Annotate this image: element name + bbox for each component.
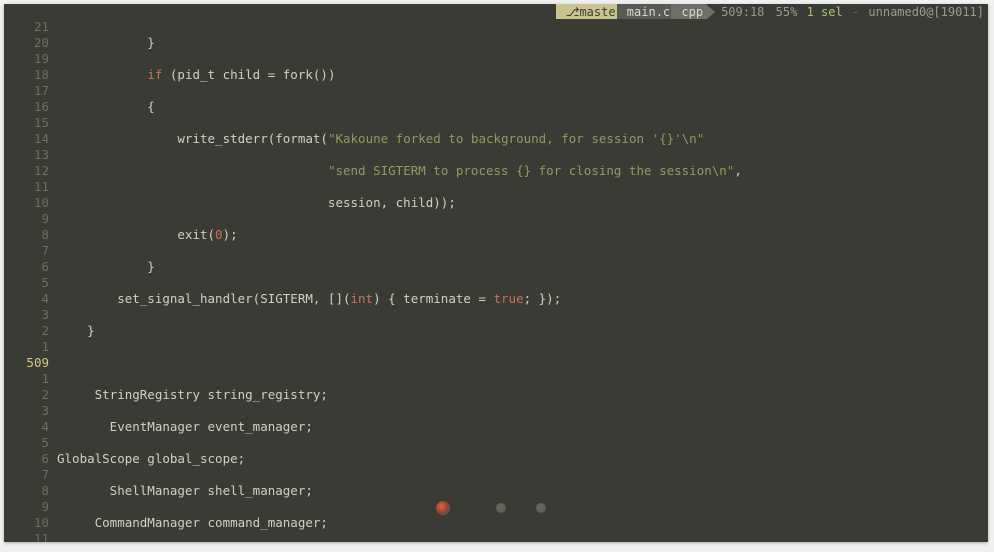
line-number: 6 <box>4 451 49 467</box>
line-number: 19 <box>4 51 49 67</box>
line-number: 4 <box>4 419 49 435</box>
line-number: 15 <box>4 115 49 131</box>
line-number: 4 <box>4 291 49 307</box>
line-number: 16 <box>4 99 49 115</box>
line-number: 2 <box>4 387 49 403</box>
line-number: 1 <box>4 371 49 387</box>
line-number: 5 <box>4 275 49 291</box>
status-bar: ⎇master main.cc cpp 509:18 55% 1 sel - u… <box>4 4 988 19</box>
line-number: 9 <box>4 499 49 515</box>
client-label: unnamed0@[19011] <box>868 4 984 20</box>
chip-tail <box>707 5 715 19</box>
line-number: 3 <box>4 403 49 419</box>
branch-label: ⎇master <box>566 4 623 20</box>
line-number: 8 <box>4 227 49 243</box>
selection-count: 1 sel <box>807 4 843 20</box>
line-number: 3 <box>4 307 49 323</box>
language-label: cpp <box>681 4 703 20</box>
scroll-percent: 55% <box>774 4 798 20</box>
code-area[interactable]: 2120191817161514131211109876543215091234… <box>4 19 988 542</box>
line-number: 7 <box>4 243 49 259</box>
line-number: 509 <box>4 355 49 371</box>
line-number: 11 <box>4 531 49 542</box>
line-number: 17 <box>4 83 49 99</box>
line-number: 14 <box>4 131 49 147</box>
line-number: 20 <box>4 35 49 51</box>
line-number: 11 <box>4 179 49 195</box>
line-number: 5 <box>4 435 49 451</box>
status-dash: - <box>852 4 859 20</box>
language-chip: cpp <box>671 4 707 19</box>
line-number: 7 <box>4 467 49 483</box>
line-number-gutter: 2120191817161514131211109876543215091234… <box>4 19 57 542</box>
line-number: 21 <box>4 19 49 35</box>
line-number: 10 <box>4 515 49 531</box>
filename-label: main.cc <box>627 4 678 20</box>
line-number: 1 <box>4 339 49 355</box>
line-number: 9 <box>4 211 49 227</box>
code-content[interactable]: } if (pid_t child = fork()) { write_stde… <box>57 19 988 542</box>
line-number: 2 <box>4 323 49 339</box>
editor-window: ⎇master main.cc cpp 509:18 55% 1 sel - u… <box>4 4 988 542</box>
line-number: 6 <box>4 259 49 275</box>
line-number: 12 <box>4 163 49 179</box>
line-number: 8 <box>4 483 49 499</box>
line-number: 13 <box>4 147 49 163</box>
line-number: 10 <box>4 195 49 211</box>
line-number: 18 <box>4 67 49 83</box>
cursor-position: 509:18 <box>719 4 764 20</box>
